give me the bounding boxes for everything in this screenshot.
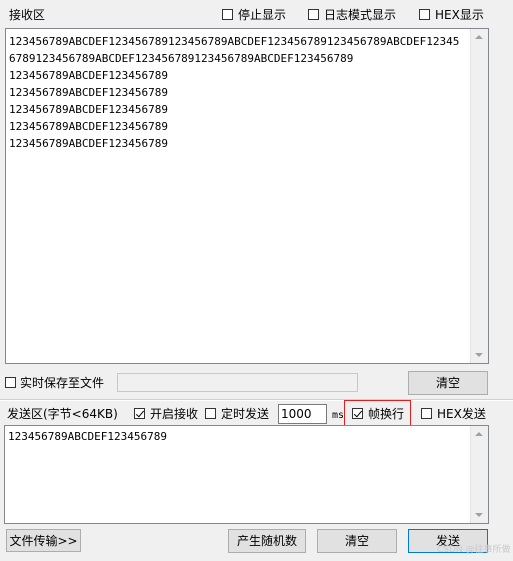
hex-send-label[interactable]: HEX发送 bbox=[437, 406, 486, 422]
frame-newline-label[interactable]: 帧换行 bbox=[368, 406, 404, 422]
receive-line: 6789123456789ABCDEF123456789123456789ABC… bbox=[9, 52, 354, 65]
timed-send-label[interactable]: 定时发送 bbox=[221, 406, 269, 422]
stop-display-label[interactable]: 停止显示 bbox=[238, 7, 286, 23]
receive-line: 123456789ABCDEF123456789 bbox=[9, 120, 168, 133]
receive-line: 123456789ABCDEF123456789 bbox=[9, 86, 168, 99]
send-textarea[interactable]: 123456789ABCDEF123456789 bbox=[4, 425, 489, 524]
frame-newline-checkbox[interactable] bbox=[352, 408, 363, 419]
send-content: 123456789ABCDEF123456789 bbox=[8, 430, 167, 443]
receive-textarea[interactable]: 123456789ABCDEF123456789 123456789ABCDEF1… bbox=[5, 28, 489, 364]
save-file-path-field[interactable] bbox=[117, 373, 358, 392]
hex-send-checkbox[interactable] bbox=[421, 408, 432, 419]
send-scroll-up-arrow-icon[interactable] bbox=[475, 432, 483, 436]
scroll-up-arrow-icon[interactable] bbox=[475, 35, 483, 39]
receive-scrollbar[interactable] bbox=[470, 29, 488, 363]
realtime-save-label[interactable]: 实时保存至文件 bbox=[20, 375, 104, 391]
log-mode-checkbox[interactable] bbox=[308, 9, 319, 20]
random-generate-button[interactable]: 产生随机数 bbox=[228, 529, 306, 553]
hex-display-checkbox[interactable] bbox=[419, 9, 430, 20]
realtime-save-checkbox[interactable] bbox=[5, 377, 16, 388]
send-clear-button[interactable]: 清空 bbox=[317, 529, 397, 553]
log-mode-label[interactable]: 日志模式显示 bbox=[324, 7, 396, 23]
send-area-title: 发送区(字节<64KB) bbox=[7, 407, 118, 421]
watermark-text: CSDN @往事所做 bbox=[437, 545, 511, 555]
receive-line: 123456789ABCDEF123456789 bbox=[9, 69, 168, 82]
stop-display-checkbox[interactable] bbox=[222, 9, 233, 20]
send-scroll-down-arrow-icon[interactable] bbox=[475, 513, 483, 517]
send-scrollbar[interactable] bbox=[470, 426, 488, 523]
receive-clear-button[interactable]: 清空 bbox=[408, 371, 488, 395]
section-divider bbox=[0, 399, 513, 401]
timed-send-checkbox[interactable] bbox=[205, 408, 216, 419]
file-transfer-button[interactable]: 文件传输>> bbox=[6, 529, 81, 552]
receive-line: 123456789ABCDEF123456789 bbox=[9, 103, 168, 116]
receive-line: 123456789ABCDEF123456789 bbox=[9, 137, 168, 150]
receive-area-title: 接收区 bbox=[9, 8, 46, 22]
enable-receive-checkbox[interactable] bbox=[134, 408, 145, 419]
enable-receive-label[interactable]: 开启接收 bbox=[150, 406, 198, 422]
receive-lines: 123456789ABCDEF123456789 123456789ABCDEF1… bbox=[6, 33, 488, 152]
receive-line: 123456789ABCDEF123456789123456789ABCDEF1… bbox=[9, 35, 460, 48]
interval-unit-label: ms bbox=[332, 410, 345, 421]
hex-display-label[interactable]: HEX显示 bbox=[435, 7, 484, 23]
scroll-down-arrow-icon[interactable] bbox=[475, 353, 483, 357]
interval-input[interactable]: 1000 bbox=[278, 404, 327, 424]
